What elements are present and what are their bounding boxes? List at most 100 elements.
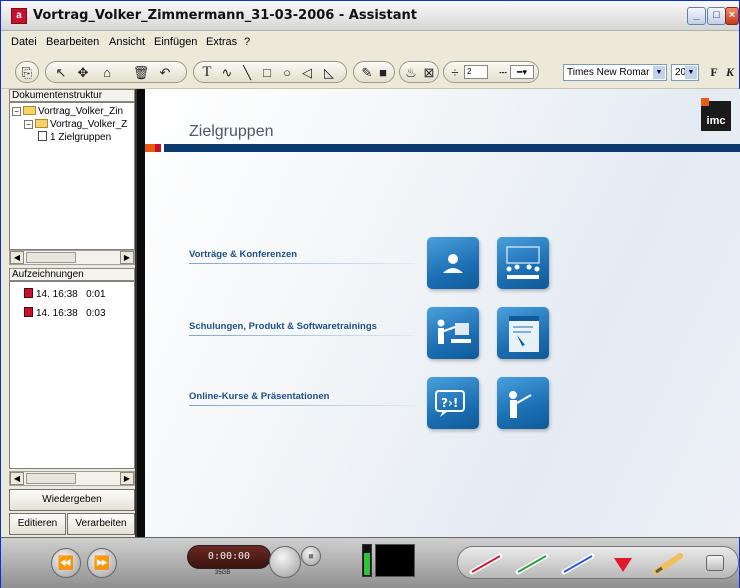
delete-icon[interactable]: 🗑 <box>132 64 150 81</box>
select-arrow-icon[interactable]: ↖ <box>52 64 70 81</box>
italic-button[interactable]: K <box>721 64 739 81</box>
menu-datei[interactable]: Datei <box>11 36 37 48</box>
blue-pen-icon[interactable] <box>558 550 598 576</box>
recordings-horizontal-scrollbar[interactable]: ◀ ▶ <box>9 471 135 486</box>
red-pen-icon[interactable] <box>466 550 506 576</box>
document-structure-label: Dokumentenstruktur <box>9 89 135 102</box>
tree-item-label: 1 Zielgruppen <box>50 132 112 143</box>
imc-logo: imc <box>701 98 731 131</box>
tree-item-label: Vortrag_Volker_Z <box>50 119 128 130</box>
move-icon[interactable]: ✥ <box>74 64 92 81</box>
recording-time: 14. 16:38 <box>36 308 78 319</box>
trainer-icon <box>427 307 479 359</box>
freehand-icon[interactable]: ∿ <box>218 64 236 81</box>
green-pen-icon[interactable] <box>512 550 552 576</box>
conference-icon <box>497 237 549 289</box>
collapse-icon[interactable]: − <box>12 107 21 116</box>
maximize-button[interactable]: □ <box>707 7 726 25</box>
presentation-pen-tools <box>457 546 739 579</box>
toolbar: ⎘ ↖ ✥ ⌂ 🗑 ↶ T ∿ ╲ □ ○ ◁ ◺ ✎ ■ ♨ ⊠ ÷ 2 ┄ … <box>1 55 739 89</box>
folder-icon <box>23 106 36 115</box>
presenter-icon <box>427 237 479 289</box>
line-icon[interactable]: ╲ <box>238 64 256 81</box>
forward-icon[interactable]: ⏩ <box>87 548 117 578</box>
line-style-dropdown[interactable]: ━▾ <box>510 65 534 79</box>
font-size-select[interactable]: 20 ▼ <box>671 64 699 81</box>
scroll-right-icon[interactable]: ▶ <box>120 251 134 264</box>
rectangle-icon[interactable]: □ <box>258 64 276 81</box>
play-button[interactable]: Wiedergeben <box>9 489 135 511</box>
document-tree: − Vortrag_Volker_Zin − Vortrag_Volker_Z 1 … <box>9 102 135 250</box>
window-title: Vortrag_Volker_Zimmermann_31-03-2006 - A… <box>33 8 417 23</box>
tree-item-subfolder[interactable]: − Vortrag_Volker_Z <box>24 118 127 131</box>
rewind-icon[interactable]: ⏪ <box>51 548 81 578</box>
collapse-icon[interactable]: − <box>24 120 33 129</box>
process-button[interactable]: Verarbeiten <box>67 513 135 535</box>
new-page-icon[interactable]: ⎘ <box>18 64 36 81</box>
line-width-spinner[interactable]: 2 <box>464 65 488 79</box>
font-family-select[interactable]: Times New Romar ▼ <box>563 64 667 81</box>
tree-item-label: Vortrag_Volker_Zin <box>38 106 124 117</box>
stop-icon[interactable]: ■ <box>301 546 321 566</box>
circle-icon[interactable]: ○ <box>278 64 296 81</box>
fill-bucket-icon[interactable]: ♨ <box>402 64 420 81</box>
slide-title: Zielgruppen <box>189 123 274 140</box>
record-button[interactable] <box>269 546 301 578</box>
recording-item[interactable]: 14. 16:38 0:01 <box>24 288 106 301</box>
category-divider <box>189 405 415 406</box>
undo-icon[interactable]: ↶ <box>156 64 174 81</box>
assistant-window: a Vortrag_Volker_Zimmermann_31-03-2006 -… <box>0 0 740 588</box>
recordings-list: 14. 16:38 0:01 14. 16:38 0:03 <box>9 281 135 469</box>
scroll-left-icon[interactable]: ◀ <box>10 472 24 485</box>
menu-bar: Datei Bearbeiten Ansicht Einfügen Extras… <box>1 32 739 54</box>
menu-help[interactable]: ? <box>244 36 250 48</box>
tree-item-root[interactable]: − Vortrag_Volker_Zin <box>12 105 123 118</box>
menu-einfuegen[interactable]: Einfügen <box>154 36 197 48</box>
scrollbar-thumb[interactable] <box>26 252 76 263</box>
tree-horizontal-scrollbar[interactable]: ◀ ▶ <box>9 250 135 265</box>
highlighter-icon[interactable] <box>648 550 688 576</box>
line-color-swatch[interactable]: ■ <box>374 64 392 81</box>
toolbar-group-fill: ♨ ⊠ <box>399 61 439 83</box>
line-width-icon[interactable]: ÷ <box>446 64 464 81</box>
menu-extras[interactable]: Extras <box>206 36 237 48</box>
eraser-button[interactable] <box>706 555 724 571</box>
tree-item-page[interactable]: 1 Zielgruppen <box>38 131 111 144</box>
audio-level-meter <box>362 544 372 577</box>
time-display: 0:00:00 <box>187 545 271 569</box>
toolbar-group-edit: ↖ ✥ ⌂ 🗑 ↶ <box>45 61 187 83</box>
recording-item[interactable]: 14. 16:38 0:03 <box>24 307 106 320</box>
category-label: Vorträge & Konferenzen <box>189 249 298 260</box>
left-panel: Dokumentenstruktur − Vortrag_Volker_Zin −… <box>9 89 135 537</box>
chevron-down-icon: ▼ <box>653 66 665 79</box>
scrollbar-thumb[interactable] <box>26 473 76 484</box>
menu-ansicht[interactable]: Ansicht <box>109 36 145 48</box>
recording-icon <box>24 307 33 317</box>
eraser-icon[interactable]: ⌂ <box>98 64 116 81</box>
toolbar-group-line: ÷ 2 ┄ ━▾ <box>443 61 539 83</box>
recording-duration: 0:01 <box>86 289 106 300</box>
scroll-left-icon[interactable]: ◀ <box>10 251 24 264</box>
minimize-button[interactable]: _ <box>687 7 706 25</box>
category-label: Schulungen, Produkt & Softwaretrainings <box>189 321 377 332</box>
no-fill-icon[interactable]: ⊠ <box>420 64 438 81</box>
category-divider <box>189 263 415 264</box>
title-bar[interactable]: a Vortrag_Volker_Zimmermann_31-03-2006 -… <box>1 1 739 31</box>
scroll-right-icon[interactable]: ▶ <box>120 472 134 485</box>
text-tool-icon[interactable]: T <box>198 64 216 81</box>
slide-canvas[interactable]: imc Zielgruppen Vorträge & Konferenzen S… <box>145 89 740 537</box>
video-preview <box>375 544 415 577</box>
pointer-marker-icon[interactable] <box>604 550 644 576</box>
polygon-icon[interactable]: ◺ <box>320 64 338 81</box>
page-icon <box>38 131 47 141</box>
svg-text:?›!: ?›! <box>441 396 458 410</box>
triangle-icon[interactable]: ◁ <box>298 64 316 81</box>
close-button[interactable]: × <box>725 7 739 25</box>
menu-bearbeiten[interactable]: Bearbeiten <box>46 36 99 48</box>
edit-button[interactable]: Editieren <box>9 513 66 535</box>
disk-space-label: 35GB <box>215 570 231 576</box>
slide-canvas-frame: imc Zielgruppen Vorträge & Konferenzen S… <box>135 89 740 537</box>
recording-time: 14. 16:38 <box>36 289 78 300</box>
assistant-app-icon[interactable]: a <box>11 8 27 24</box>
folder-icon <box>35 119 48 128</box>
